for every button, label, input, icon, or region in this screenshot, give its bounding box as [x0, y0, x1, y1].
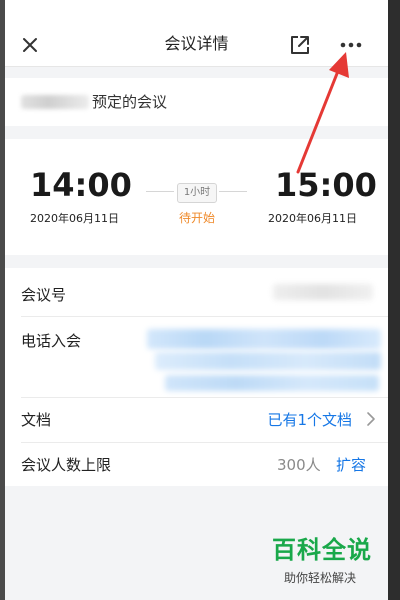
duration-divider-left	[146, 191, 174, 192]
duration-divider-right	[219, 191, 247, 192]
chevron-right-icon	[366, 411, 376, 431]
phone-join-row[interactable]: 电话入会	[5, 317, 388, 397]
meeting-detail-screen: 会议详情 预定的会议 14:00 2020年06月11日 1小时 待开始 15:…	[5, 0, 388, 600]
document-row[interactable]: 文档 已有1个文档	[5, 398, 388, 442]
open-external-icon[interactable]	[287, 32, 313, 58]
organizer-text: 预定的会议	[92, 93, 168, 111]
start-time: 14:00	[30, 166, 132, 204]
document-label: 文档	[21, 411, 52, 429]
phone-join-label: 电话入会	[21, 332, 82, 350]
organizer-row: 预定的会议	[5, 78, 388, 126]
end-time: 15:00	[275, 166, 377, 204]
watermark-title: 百科全说	[272, 536, 372, 564]
background-edge-right	[388, 0, 400, 600]
capacity-label: 会议人数上限	[21, 456, 112, 474]
meeting-id-label: 会议号	[21, 286, 67, 304]
status-label: 待开始	[178, 211, 215, 225]
expand-capacity-link[interactable]: 扩容	[336, 454, 366, 475]
meeting-id-row[interactable]: 会议号	[5, 268, 388, 316]
more-icon[interactable]	[338, 32, 364, 58]
duration-badge: 1小时	[177, 183, 217, 203]
capacity-value: 300人	[277, 456, 321, 474]
page-title: 会议详情	[164, 34, 229, 53]
capacity-row: 会议人数上限 300人 扩容	[5, 443, 388, 486]
end-date: 2020年06月11日	[268, 212, 357, 225]
blurred-phone-number-3	[165, 375, 379, 391]
blurred-phone-number-1	[147, 329, 381, 349]
watermark-subtitle: 助你轻松解决	[284, 571, 357, 585]
blurred-meeting-id	[273, 284, 373, 300]
document-link[interactable]: 已有1个文档	[267, 409, 352, 430]
meeting-info-list: 会议号 电话入会 文档 已有1个文档 会议人数上限 300人 扩容	[5, 268, 388, 486]
navigation-bar: 会议详情	[5, 0, 388, 67]
blurred-organizer-name	[21, 95, 89, 109]
blurred-phone-number-2	[155, 352, 381, 370]
schedule-card: 14:00 2020年06月11日 1小时 待开始 15:00 2020年06月…	[5, 139, 388, 255]
watermark-logo: 百科全说 助你轻松解决	[272, 536, 388, 586]
start-date: 2020年06月11日	[30, 212, 119, 225]
